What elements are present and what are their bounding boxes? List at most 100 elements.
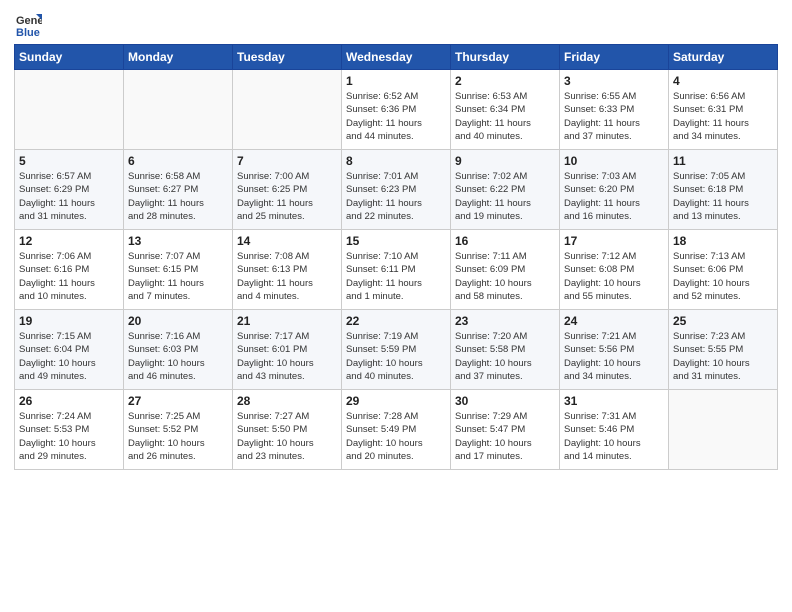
day-number: 26 bbox=[19, 394, 119, 408]
day-detail: Sunrise: 7:17 AM Sunset: 6:01 PM Dayligh… bbox=[237, 330, 337, 383]
calendar-cell: 25 Sunrise: 7:23 AM Sunset: 5:55 PM Dayli… bbox=[669, 310, 778, 390]
day-number: 25 bbox=[673, 314, 773, 328]
svg-text:General: General bbox=[16, 15, 42, 27]
day-number: 29 bbox=[346, 394, 446, 408]
day-number: 14 bbox=[237, 234, 337, 248]
calendar-cell: 9 Sunrise: 7:02 AM Sunset: 6:22 PM Daylig… bbox=[451, 150, 560, 230]
day-number: 20 bbox=[128, 314, 228, 328]
day-detail: Sunrise: 7:21 AM Sunset: 5:56 PM Dayligh… bbox=[564, 330, 664, 383]
day-detail: Sunrise: 7:02 AM Sunset: 6:22 PM Dayligh… bbox=[455, 170, 555, 223]
day-number: 19 bbox=[19, 314, 119, 328]
calendar-cell: 11 Sunrise: 7:05 AM Sunset: 6:18 PM Dayli… bbox=[669, 150, 778, 230]
day-number: 11 bbox=[673, 154, 773, 168]
day-detail: Sunrise: 7:13 AM Sunset: 6:06 PM Dayligh… bbox=[673, 250, 773, 303]
calendar-cell: 15 Sunrise: 7:10 AM Sunset: 6:11 PM Dayli… bbox=[342, 230, 451, 310]
day-number: 4 bbox=[673, 74, 773, 88]
calendar-cell: 6 Sunrise: 6:58 AM Sunset: 6:27 PM Daylig… bbox=[124, 150, 233, 230]
calendar-cell: 21 Sunrise: 7:17 AM Sunset: 6:01 PM Dayli… bbox=[233, 310, 342, 390]
weekday-header-friday: Friday bbox=[560, 45, 669, 70]
calendar-cell: 26 Sunrise: 7:24 AM Sunset: 5:53 PM Dayli… bbox=[15, 390, 124, 470]
day-detail: Sunrise: 7:00 AM Sunset: 6:25 PM Dayligh… bbox=[237, 170, 337, 223]
weekday-header-wednesday: Wednesday bbox=[342, 45, 451, 70]
calendar-cell: 18Sunrise: 7:13 AM Sunset: 6:06 PM Dayli… bbox=[669, 230, 778, 310]
day-detail: Sunrise: 6:57 AM Sunset: 6:29 PM Dayligh… bbox=[19, 170, 119, 223]
day-number: 16 bbox=[455, 234, 555, 248]
day-number: 30 bbox=[455, 394, 555, 408]
calendar-cell bbox=[233, 70, 342, 150]
day-number: 2 bbox=[455, 74, 555, 88]
day-detail: Sunrise: 7:12 AM Sunset: 6:08 PM Dayligh… bbox=[564, 250, 664, 303]
logo-icon: General Blue bbox=[14, 10, 42, 38]
day-detail: Sunrise: 7:24 AM Sunset: 5:53 PM Dayligh… bbox=[19, 410, 119, 463]
day-detail: Sunrise: 7:31 AM Sunset: 5:46 PM Dayligh… bbox=[564, 410, 664, 463]
day-number: 1 bbox=[346, 74, 446, 88]
day-detail: Sunrise: 7:16 AM Sunset: 6:03 PM Dayligh… bbox=[128, 330, 228, 383]
day-number: 10 bbox=[564, 154, 664, 168]
weekday-header-monday: Monday bbox=[124, 45, 233, 70]
day-detail: Sunrise: 6:55 AM Sunset: 6:33 PM Dayligh… bbox=[564, 90, 664, 143]
calendar-cell: 28 Sunrise: 7:27 AM Sunset: 5:50 PM Dayli… bbox=[233, 390, 342, 470]
calendar-cell: 17 Sunrise: 7:12 AM Sunset: 6:08 PM Dayli… bbox=[560, 230, 669, 310]
day-number: 12 bbox=[19, 234, 119, 248]
calendar-cell: 23Sunrise: 7:20 AM Sunset: 5:58 PM Dayli… bbox=[451, 310, 560, 390]
calendar-table: SundayMondayTuesdayWednesdayThursdayFrid… bbox=[14, 44, 778, 470]
day-number: 17 bbox=[564, 234, 664, 248]
svg-text:Blue: Blue bbox=[16, 27, 40, 38]
day-number: 23 bbox=[455, 314, 555, 328]
calendar-cell: 12 Sunrise: 7:06 AM Sunset: 6:16 PM Dayli… bbox=[15, 230, 124, 310]
weekday-header-tuesday: Tuesday bbox=[233, 45, 342, 70]
weekday-header-saturday: Saturday bbox=[669, 45, 778, 70]
day-number: 6 bbox=[128, 154, 228, 168]
day-detail: Sunrise: 7:06 AM Sunset: 6:16 PM Dayligh… bbox=[19, 250, 119, 303]
day-detail: Sunrise: 7:05 AM Sunset: 6:18 PM Dayligh… bbox=[673, 170, 773, 223]
calendar-cell: 24 Sunrise: 7:21 AM Sunset: 5:56 PM Dayli… bbox=[560, 310, 669, 390]
day-number: 24 bbox=[564, 314, 664, 328]
day-detail: Sunrise: 7:27 AM Sunset: 5:50 PM Dayligh… bbox=[237, 410, 337, 463]
day-number: 21 bbox=[237, 314, 337, 328]
day-number: 27 bbox=[128, 394, 228, 408]
day-number: 9 bbox=[455, 154, 555, 168]
calendar-cell: 22 Sunrise: 7:19 AM Sunset: 5:59 PM Dayli… bbox=[342, 310, 451, 390]
calendar-cell: 27 Sunrise: 7:25 AM Sunset: 5:52 PM Dayli… bbox=[124, 390, 233, 470]
calendar-cell: 3 Sunrise: 6:55 AM Sunset: 6:33 PM Daylig… bbox=[560, 70, 669, 150]
weekday-header-thursday: Thursday bbox=[451, 45, 560, 70]
calendar-cell bbox=[15, 70, 124, 150]
day-detail: Sunrise: 7:25 AM Sunset: 5:52 PM Dayligh… bbox=[128, 410, 228, 463]
calendar-cell: 16 Sunrise: 7:11 AM Sunset: 6:09 PM Dayli… bbox=[451, 230, 560, 310]
day-detail: Sunrise: 7:19 AM Sunset: 5:59 PM Dayligh… bbox=[346, 330, 446, 383]
calendar-cell bbox=[669, 390, 778, 470]
logo: General Blue bbox=[14, 10, 46, 38]
calendar-cell: 2 Sunrise: 6:53 AM Sunset: 6:34 PM Daylig… bbox=[451, 70, 560, 150]
calendar-cell: 10 Sunrise: 7:03 AM Sunset: 6:20 PM Dayli… bbox=[560, 150, 669, 230]
calendar-cell: 19 Sunrise: 7:15 AM Sunset: 6:04 PM Dayli… bbox=[15, 310, 124, 390]
day-detail: Sunrise: 7:15 AM Sunset: 6:04 PM Dayligh… bbox=[19, 330, 119, 383]
calendar-cell: 14 Sunrise: 7:08 AM Sunset: 6:13 PM Dayli… bbox=[233, 230, 342, 310]
calendar-cell: 8 Sunrise: 7:01 AM Sunset: 6:23 PM Daylig… bbox=[342, 150, 451, 230]
calendar-cell: 13Sunrise: 7:07 AM Sunset: 6:15 PM Dayli… bbox=[124, 230, 233, 310]
calendar-cell: 1Sunrise: 6:52 AM Sunset: 6:36 PM Daylig… bbox=[342, 70, 451, 150]
day-detail: Sunrise: 7:11 AM Sunset: 6:09 PM Dayligh… bbox=[455, 250, 555, 303]
day-detail: Sunrise: 7:08 AM Sunset: 6:13 PM Dayligh… bbox=[237, 250, 337, 303]
day-detail: Sunrise: 6:58 AM Sunset: 6:27 PM Dayligh… bbox=[128, 170, 228, 223]
day-number: 8 bbox=[346, 154, 446, 168]
day-detail: Sunrise: 6:53 AM Sunset: 6:34 PM Dayligh… bbox=[455, 90, 555, 143]
day-detail: Sunrise: 7:01 AM Sunset: 6:23 PM Dayligh… bbox=[346, 170, 446, 223]
day-detail: Sunrise: 7:03 AM Sunset: 6:20 PM Dayligh… bbox=[564, 170, 664, 223]
day-number: 31 bbox=[564, 394, 664, 408]
day-detail: Sunrise: 6:56 AM Sunset: 6:31 PM Dayligh… bbox=[673, 90, 773, 143]
calendar-cell: 5Sunrise: 6:57 AM Sunset: 6:29 PM Daylig… bbox=[15, 150, 124, 230]
weekday-header-sunday: Sunday bbox=[15, 45, 124, 70]
calendar-cell: 29 Sunrise: 7:28 AM Sunset: 5:49 PM Dayli… bbox=[342, 390, 451, 470]
day-detail: Sunrise: 7:10 AM Sunset: 6:11 PM Dayligh… bbox=[346, 250, 446, 303]
day-number: 15 bbox=[346, 234, 446, 248]
day-detail: Sunrise: 7:29 AM Sunset: 5:47 PM Dayligh… bbox=[455, 410, 555, 463]
calendar-cell: 4 Sunrise: 6:56 AM Sunset: 6:31 PM Daylig… bbox=[669, 70, 778, 150]
day-number: 28 bbox=[237, 394, 337, 408]
calendar-cell: 7Sunrise: 7:00 AM Sunset: 6:25 PM Daylig… bbox=[233, 150, 342, 230]
day-detail: Sunrise: 7:28 AM Sunset: 5:49 PM Dayligh… bbox=[346, 410, 446, 463]
day-number: 13 bbox=[128, 234, 228, 248]
day-number: 3 bbox=[564, 74, 664, 88]
day-detail: Sunrise: 7:23 AM Sunset: 5:55 PM Dayligh… bbox=[673, 330, 773, 383]
day-number: 22 bbox=[346, 314, 446, 328]
calendar-cell bbox=[124, 70, 233, 150]
